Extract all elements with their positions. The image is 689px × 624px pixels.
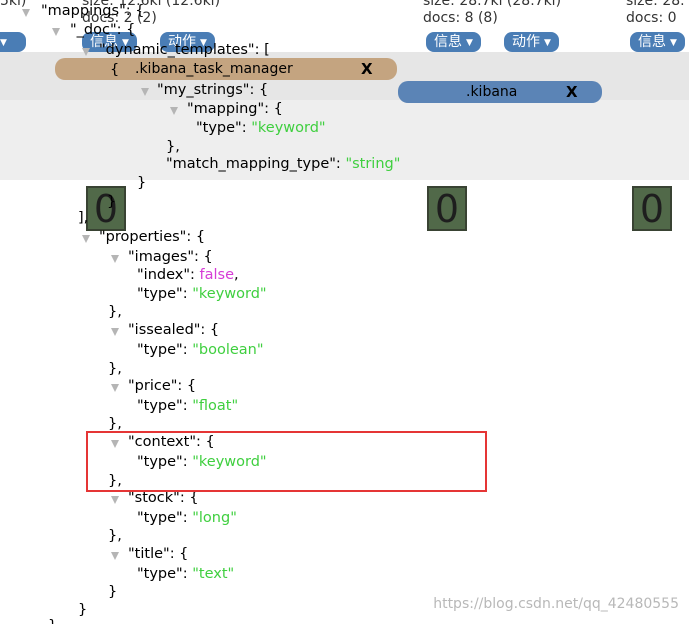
index-overview-background: 5ki) size: 12.6ki (12.6ki) docs: 2 (2) ▼… <box>0 0 689 624</box>
json-key: "type": <box>137 342 193 358</box>
index-size-3: size: 28. <box>626 0 685 9</box>
info-button-2[interactable]: 信息 ▼ <box>426 32 481 52</box>
collapse-toggle-icon[interactable] <box>111 328 119 336</box>
collapse-toggle-icon[interactable] <box>52 28 60 36</box>
collapse-toggle-icon[interactable] <box>82 235 90 243</box>
chevron-down-icon: ▼ <box>544 38 551 48</box>
json-key-title: "title": { <box>128 546 189 562</box>
doc-count-box-2: 0 <box>427 186 467 231</box>
json-brace: } <box>48 617 57 624</box>
json-key: "type": <box>137 398 193 414</box>
collapse-toggle-icon[interactable] <box>141 88 149 96</box>
json-brace: }, <box>108 304 122 320</box>
collapse-toggle-icon[interactable] <box>170 107 178 115</box>
json-key: "index": <box>137 267 200 283</box>
json-brace: } <box>137 175 147 191</box>
watermark-url: https://blog.csdn.net/qq_42480555 <box>433 596 679 612</box>
json-key: "type": <box>137 566 193 582</box>
json-field-type: "type": "float" <box>137 397 238 415</box>
collapse-toggle-icon[interactable] <box>22 9 30 17</box>
json-key-issealed: "issealed": { <box>128 322 220 338</box>
action-button-2[interactable]: 动作 ▼ <box>504 32 559 52</box>
json-brace: } <box>107 194 117 210</box>
json-brace: }, <box>166 139 180 155</box>
json-brace: { <box>110 62 120 78</box>
json-key: "type": <box>196 120 252 136</box>
json-string-value: "float" <box>192 398 239 414</box>
json-key-dynamic-templates: "dynamic_templates": [ <box>99 42 270 58</box>
json-field-type: "type": "long" <box>137 509 237 527</box>
json-boolean-value: false <box>199 267 235 283</box>
json-string-value: "keyword" <box>251 120 326 136</box>
info-button-3[interactable]: 信息 ▼ <box>630 32 685 52</box>
json-comma: , <box>234 267 239 283</box>
chevron-down-icon: ▼ <box>670 38 677 48</box>
close-icon[interactable]: X <box>566 81 578 103</box>
json-field-type: "type": "boolean" <box>137 341 264 359</box>
json-key-mappings: "mappings": { <box>41 3 145 19</box>
chevron-down-icon: ▼ <box>466 38 473 48</box>
info-button-label: 信息 <box>638 34 666 50</box>
collapse-toggle-icon[interactable] <box>82 48 90 56</box>
index-size-2: size: 28.7ki (28.7ki) <box>423 0 562 9</box>
json-key-images: "images": { <box>128 249 213 265</box>
alias-chip-kibana[interactable]: .kibana X <box>398 81 602 103</box>
json-field-index: "index": false, <box>137 266 239 284</box>
info-button-label: 信息 <box>434 34 462 50</box>
alias-chip-kibana-task-manager[interactable]: .kibana_task_manager X <box>55 58 397 80</box>
doc-count-box-1: 0 <box>86 186 126 231</box>
json-field-type: "type": "keyword" <box>196 119 326 137</box>
json-field-type: "type": "text" <box>137 565 234 583</box>
alias-label: .kibana <box>466 84 518 100</box>
json-key-doc: "_doc": { <box>70 22 136 38</box>
json-string-value: "text" <box>192 566 235 582</box>
alias-label: .kibana_task_manager <box>135 61 293 77</box>
json-key: "type": <box>137 510 193 526</box>
json-brace: }, <box>108 528 122 544</box>
collapse-toggle-icon[interactable] <box>111 255 119 263</box>
collapse-toggle-icon[interactable] <box>111 552 119 560</box>
close-icon[interactable]: X <box>361 58 373 80</box>
json-key-my-strings: "my_strings": { <box>157 82 269 98</box>
collapse-toggle-icon[interactable] <box>111 384 119 392</box>
json-string-value: "long" <box>192 510 237 526</box>
doc-count-box-3: 0 <box>632 186 672 231</box>
index-docs-2: docs: 8 (8) <box>423 10 498 26</box>
context-highlight-box <box>86 431 487 492</box>
json-key-properties: "properties": { <box>99 229 206 245</box>
json-bracket: ], <box>78 210 89 226</box>
json-brace: } <box>78 602 88 618</box>
json-key-price: "price": { <box>128 378 197 394</box>
chevron-down-icon: ▼ <box>0 38 7 48</box>
json-brace: }, <box>108 361 122 377</box>
json-brace: } <box>108 584 118 600</box>
index-docs-3: docs: 0 <box>626 10 677 26</box>
json-key: "type": <box>137 286 193 302</box>
action-button-label: 动作 <box>512 34 540 50</box>
info-button-0[interactable]: ▼ <box>0 32 26 52</box>
json-string-value: "keyword" <box>192 286 267 302</box>
json-key: "match_mapping_type": <box>166 156 346 172</box>
json-field-type: "type": "keyword" <box>137 285 267 303</box>
json-string-value: "boolean" <box>192 342 264 358</box>
json-string-value: "string" <box>345 156 401 172</box>
json-field-match-mapping-type: "match_mapping_type": "string" <box>166 155 400 173</box>
json-key-mapping: "mapping": { <box>187 101 283 117</box>
collapse-toggle-icon[interactable] <box>111 496 119 504</box>
